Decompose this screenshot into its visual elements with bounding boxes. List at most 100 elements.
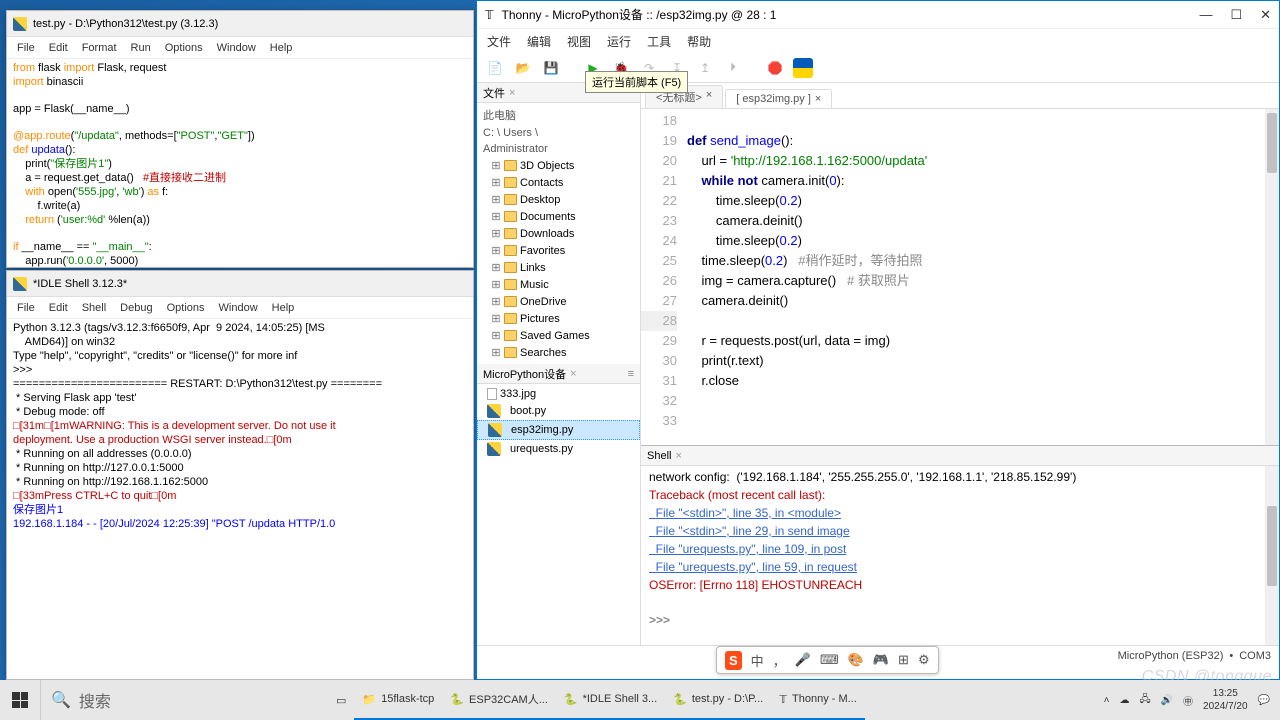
- folder-item[interactable]: ⊞Favorites: [477, 242, 640, 259]
- ime-skin-icon[interactable]: 🎨: [848, 652, 864, 668]
- new-file-icon[interactable]: 📄: [485, 58, 505, 78]
- tray-ime-icon[interactable]: ㊥: [1183, 693, 1193, 708]
- flag-icon[interactable]: [793, 58, 813, 78]
- taskbar-app[interactable]: 𝕋Thonny - M...: [771, 680, 865, 720]
- folder-item[interactable]: ⊞3D Objects: [477, 157, 640, 174]
- maximize-button[interactable]: ☐: [1230, 7, 1242, 23]
- folder-item[interactable]: ⊞Searches: [477, 344, 640, 361]
- code-content[interactable]: def send_image(): url = 'http://192.168.…: [683, 109, 931, 445]
- editor-tab-active[interactable]: [ esp32img.py ]×: [725, 89, 832, 108]
- shell-output[interactable]: Python 3.12.3 (tags/v3.12.3:f6650f9, Apr…: [7, 319, 473, 535]
- python-file-icon: [487, 442, 501, 456]
- code-editor[interactable]: from flask import Flask, request import …: [7, 59, 473, 272]
- tray-up-icon[interactable]: ˄: [1104, 695, 1110, 706]
- menu-run[interactable]: 运行: [607, 33, 631, 50]
- menu-options[interactable]: Options: [167, 302, 205, 314]
- traceback-link[interactable]: File "urequests.py", line 109, in post: [649, 542, 846, 556]
- folder-item[interactable]: ⊞OneDrive: [477, 293, 640, 310]
- folder-item[interactable]: ⊞Music: [477, 276, 640, 293]
- ime-settings-icon[interactable]: ⚙: [918, 652, 930, 668]
- save-icon[interactable]: 💾: [541, 58, 561, 78]
- code-editor[interactable]: 18192021222324252627282930313233 def sen…: [641, 109, 1279, 445]
- taskbar-app[interactable]: 🐍*IDLE Shell 3...: [556, 680, 665, 720]
- local-files-tree[interactable]: 此电脑 C: \ Users \ Administrator ⊞3D Objec…: [477, 103, 640, 364]
- window-titlebar[interactable]: *IDLE Shell 3.12.3*: [7, 271, 473, 297]
- tray-volume-icon[interactable]: 🔊: [1161, 695, 1173, 706]
- ime-toolbar[interactable]: S 中 ， 🎤 ⌨ 🎨 🎮 ⊞ ⚙: [716, 646, 939, 674]
- ime-voice-icon[interactable]: 🎤: [795, 652, 811, 668]
- device-file-item[interactable]: esp32img.py: [477, 420, 640, 440]
- close-tab-icon[interactable]: ×: [815, 93, 821, 105]
- folder-item[interactable]: ⊞Desktop: [477, 191, 640, 208]
- open-file-icon[interactable]: 📂: [513, 58, 533, 78]
- device-files-tree[interactable]: 333.jpgboot.pyesp32img.pyurequests.py: [477, 384, 640, 645]
- taskbar-app[interactable]: 🐍ESP32CAM人...: [442, 680, 556, 720]
- ime-game-icon[interactable]: 🎮: [873, 652, 889, 668]
- menu-bar: 文件 编辑 视图 运行 工具 帮助: [477, 29, 1279, 53]
- folder-item[interactable]: ⊞Saved Games: [477, 327, 640, 344]
- ime-app-icon[interactable]: ⊞: [898, 652, 909, 668]
- folder-item[interactable]: ⊞Documents: [477, 208, 640, 225]
- folder-item[interactable]: ⊞Contacts: [477, 174, 640, 191]
- close-pane-icon[interactable]: ×: [675, 450, 681, 462]
- menu-help[interactable]: Help: [272, 302, 295, 314]
- window-titlebar[interactable]: test.py - D:\Python312\test.py (3.12.3): [7, 11, 473, 37]
- path-segment[interactable]: C: \ Users \: [477, 125, 640, 141]
- traceback-link[interactable]: File "<stdin>", line 29, in send image: [649, 524, 850, 538]
- menu-window[interactable]: Window: [219, 302, 258, 314]
- menu-file[interactable]: File: [17, 42, 35, 54]
- taskbar-app[interactable]: 🐍test.py - D:\P...: [665, 680, 771, 720]
- menu-help[interactable]: Help: [270, 42, 293, 54]
- stop-icon[interactable]: 🛑: [765, 58, 785, 78]
- minimize-button[interactable]: —: [1199, 7, 1212, 23]
- menu-run[interactable]: Run: [131, 42, 151, 54]
- window-titlebar[interactable]: 𝕋 Thonny - MicroPython设备 :: /esp32img.py…: [477, 1, 1279, 29]
- shell-output[interactable]: network config: ('192.168.1.184', '255.2…: [641, 466, 1279, 645]
- ime-logo-icon[interactable]: S: [725, 651, 742, 670]
- menu-tools[interactable]: 工具: [647, 33, 671, 50]
- menu-options[interactable]: Options: [165, 42, 203, 54]
- menu-shell[interactable]: Shell: [82, 302, 106, 314]
- close-pane-icon[interactable]: ×: [509, 87, 515, 99]
- backend-indicator[interactable]: MicroPython (ESP32): [1118, 650, 1224, 662]
- close-button[interactable]: ✕: [1260, 7, 1271, 23]
- menu-file[interactable]: File: [17, 302, 35, 314]
- ime-punct-button[interactable]: ，: [773, 651, 786, 670]
- folder-item[interactable]: ⊞Links: [477, 259, 640, 276]
- menu-edit[interactable]: Edit: [49, 42, 68, 54]
- menu-edit[interactable]: 编辑: [527, 33, 551, 50]
- shell-scrollbar[interactable]: [1265, 466, 1279, 645]
- traceback-link[interactable]: File "urequests.py", line 59, in request: [649, 560, 857, 574]
- menu-file[interactable]: 文件: [487, 33, 511, 50]
- ime-keyboard-icon[interactable]: ⌨: [820, 652, 839, 668]
- task-view-button[interactable]: ▭: [328, 680, 354, 720]
- taskbar-search[interactable]: 🔍搜索: [40, 680, 328, 720]
- menu-help[interactable]: 帮助: [687, 33, 711, 50]
- device-file-item[interactable]: boot.py: [477, 402, 640, 420]
- menu-format[interactable]: Format: [82, 42, 117, 54]
- device-file-item[interactable]: 333.jpg: [477, 386, 640, 402]
- menu-view[interactable]: 视图: [567, 33, 591, 50]
- port-indicator[interactable]: COM3: [1239, 650, 1271, 662]
- step-out-icon[interactable]: ↥: [695, 58, 715, 78]
- path-segment[interactable]: Administrator: [477, 141, 640, 157]
- tray-notifications-icon[interactable]: 💬: [1258, 695, 1270, 706]
- folder-item[interactable]: ⊞Pictures: [477, 310, 640, 327]
- start-button[interactable]: [0, 680, 40, 720]
- traceback-link[interactable]: File "<stdin>", line 35, in <module>: [649, 506, 841, 520]
- taskbar-app[interactable]: 📁15flask-tcp: [354, 680, 442, 720]
- editor-scrollbar[interactable]: [1265, 109, 1279, 445]
- menu-window[interactable]: Window: [217, 42, 256, 54]
- menu-debug[interactable]: Debug: [120, 302, 152, 314]
- tray-clock[interactable]: 13:252024/7/20: [1203, 687, 1248, 713]
- resume-icon[interactable]: ⏵: [723, 58, 743, 78]
- ime-lang-button[interactable]: 中: [751, 651, 764, 670]
- close-tab-icon[interactable]: ×: [706, 89, 712, 105]
- tray-onedrive-icon[interactable]: ☁: [1119, 695, 1129, 706]
- folder-item[interactable]: ⊞Downloads: [477, 225, 640, 242]
- close-pane-icon[interactable]: ×: [570, 368, 576, 380]
- tray-network-icon[interactable]: 🖧: [1139, 692, 1150, 709]
- device-file-item[interactable]: urequests.py: [477, 440, 640, 458]
- menu-edit[interactable]: Edit: [49, 302, 68, 314]
- menu-icon[interactable]: ≡: [628, 368, 634, 380]
